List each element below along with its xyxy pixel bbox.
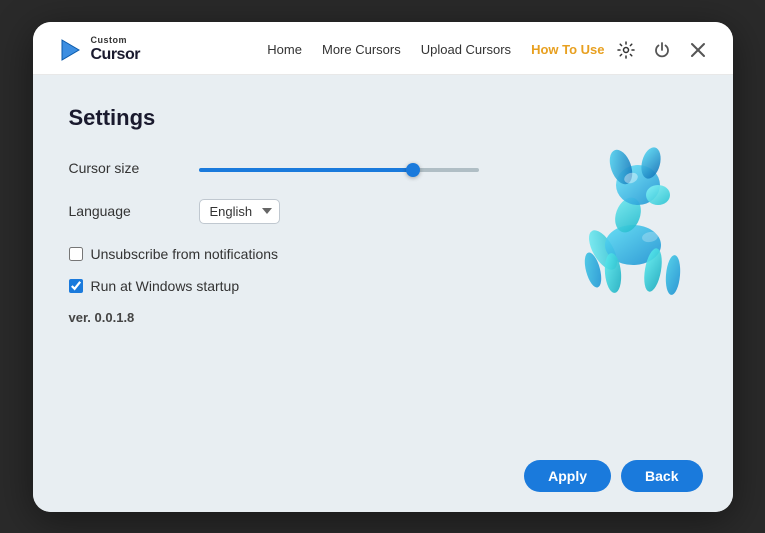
unsubscribe-checkbox[interactable] [69, 247, 83, 261]
logo-cursor-text: Cursor [91, 46, 140, 64]
nav: Home More Cursors Upload Cursors How To … [267, 42, 604, 57]
logo-custom-text: Custom [91, 36, 140, 46]
language-select[interactable]: English Spanish French German Russian [199, 199, 280, 224]
cursor-size-slider[interactable] [199, 168, 479, 172]
window-frame: Custom Cursor Home More Cursors Upload C… [33, 22, 733, 512]
version-text: ver. 0.0.1.8 [69, 310, 697, 325]
language-label: Language [69, 203, 199, 219]
cursor-size-label: Cursor size [69, 160, 199, 176]
cursor-decoration [543, 105, 703, 295]
balloon-dog-svg [543, 105, 703, 295]
power-icon[interactable] [651, 39, 673, 61]
main-content: Settings Cursor size Language English Sp… [33, 75, 733, 512]
logo-icon [57, 36, 85, 64]
header: Custom Cursor Home More Cursors Upload C… [33, 22, 733, 75]
logo-text: Custom Cursor [91, 36, 140, 63]
logo: Custom Cursor [57, 36, 140, 64]
nav-more-cursors[interactable]: More Cursors [322, 42, 401, 57]
nav-icons [615, 39, 709, 61]
startup-checkbox[interactable] [69, 279, 83, 293]
nav-upload-cursors[interactable]: Upload Cursors [421, 42, 511, 57]
slider-container [199, 159, 519, 177]
nav-how-to-use[interactable]: How To Use [531, 42, 604, 57]
startup-label: Run at Windows startup [91, 278, 240, 294]
nav-home[interactable]: Home [267, 42, 302, 57]
apply-button[interactable]: Apply [524, 460, 611, 492]
back-button[interactable]: Back [621, 460, 702, 492]
settings-icon[interactable] [615, 39, 637, 61]
footer-buttons: Apply Back [524, 460, 702, 492]
close-icon[interactable] [687, 39, 709, 61]
unsubscribe-label: Unsubscribe from notifications [91, 246, 279, 262]
